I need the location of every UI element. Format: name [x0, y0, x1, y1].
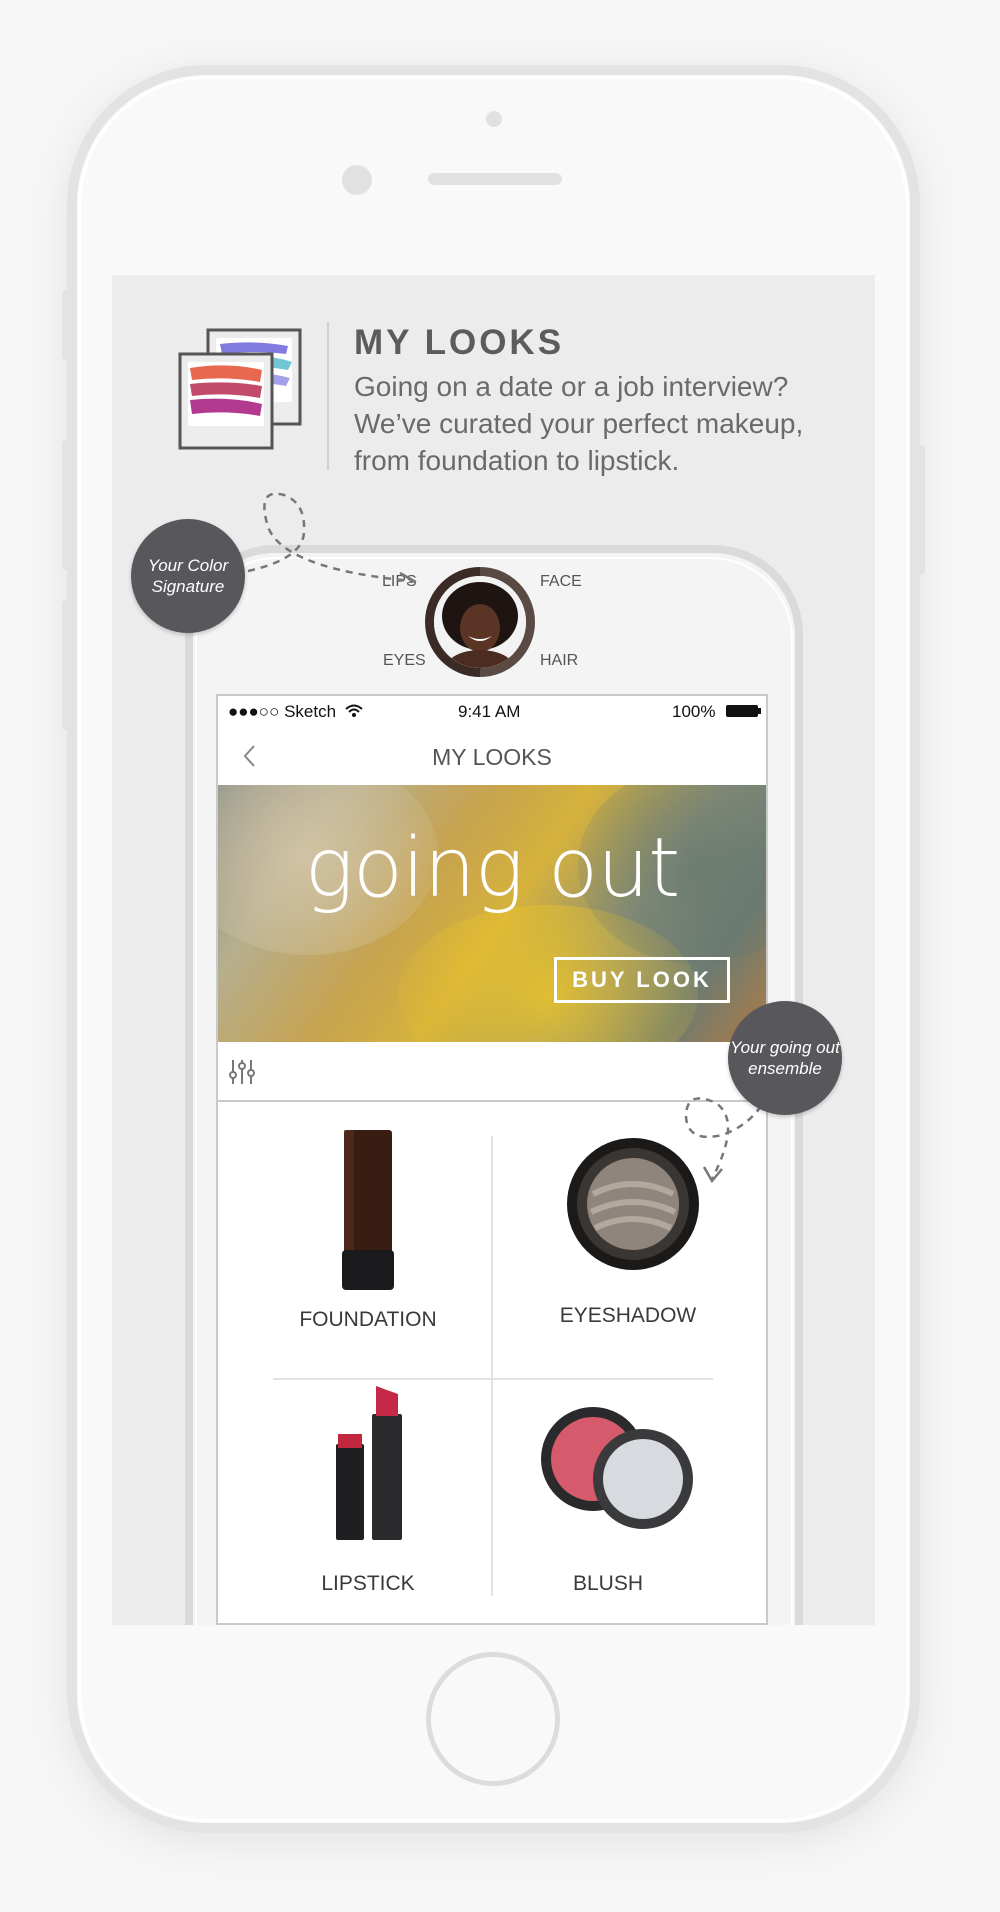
nav-title: MY LOOKS — [432, 744, 552, 770]
filter-sliders-icon[interactable] — [228, 1058, 256, 1086]
product-lipstick[interactable]: LIPSTICK — [258, 1384, 478, 1614]
category-hair[interactable]: HAIR — [540, 652, 578, 670]
lipstick-icon — [336, 1386, 402, 1540]
battery-percent: 100% — [672, 702, 716, 721]
status-bar: ●●●○○ Sketch 9:41 AM 100% — [218, 696, 766, 728]
grid-divider-vertical — [491, 1136, 493, 1596]
nav-bar: MY LOOKS — [218, 728, 766, 785]
battery-icon — [726, 705, 761, 717]
status-time: 9:41 AM — [458, 702, 521, 721]
volume-down-button — [62, 600, 70, 730]
earpiece-speaker — [428, 173, 562, 185]
carrier-label: ●●●○○ Sketch — [228, 702, 337, 721]
product-label: EYESHADOW — [559, 1304, 697, 1327]
looks-stack-icon — [178, 328, 302, 450]
category-face[interactable]: FACE — [540, 573, 582, 591]
grid-divider-horizontal — [273, 1378, 713, 1380]
product-foundation[interactable]: FOUNDATION — [258, 1126, 478, 1376]
home-button[interactable] — [426, 1652, 560, 1786]
blush-compact-icon — [541, 1407, 693, 1529]
dashed-arrow-icon — [247, 492, 417, 583]
foundation-bottle-icon — [342, 1130, 394, 1290]
product-label: BLUSH — [572, 1572, 644, 1595]
going-out-callout: Your going out ensemble — [728, 1001, 842, 1115]
category-eyes[interactable]: EYES — [383, 652, 426, 670]
product-label: LIPSTICK — [321, 1572, 415, 1595]
front-camera — [342, 165, 372, 195]
profile-avatar[interactable] — [434, 576, 526, 668]
product-label: FOUNDATION — [299, 1308, 437, 1331]
product-blush[interactable]: BLUSH — [498, 1384, 718, 1614]
profile-portrait-icon — [434, 576, 526, 668]
wifi-icon — [345, 704, 363, 717]
power-button — [917, 445, 925, 575]
hero-banner: going out BUY LOOK — [218, 785, 766, 1042]
proximity-sensor — [486, 111, 502, 127]
buy-look-button[interactable]: BUY LOOK — [554, 957, 730, 1003]
mute-switch — [62, 290, 70, 360]
hero-title: going out — [304, 821, 681, 916]
color-signature-callout: Your Color Signature — [131, 519, 245, 633]
section-title: MY LOOKS — [354, 323, 565, 362]
device-screen: MY LOOKS Going on a date or a job interv… — [112, 275, 875, 1625]
volume-up-button — [62, 440, 70, 570]
